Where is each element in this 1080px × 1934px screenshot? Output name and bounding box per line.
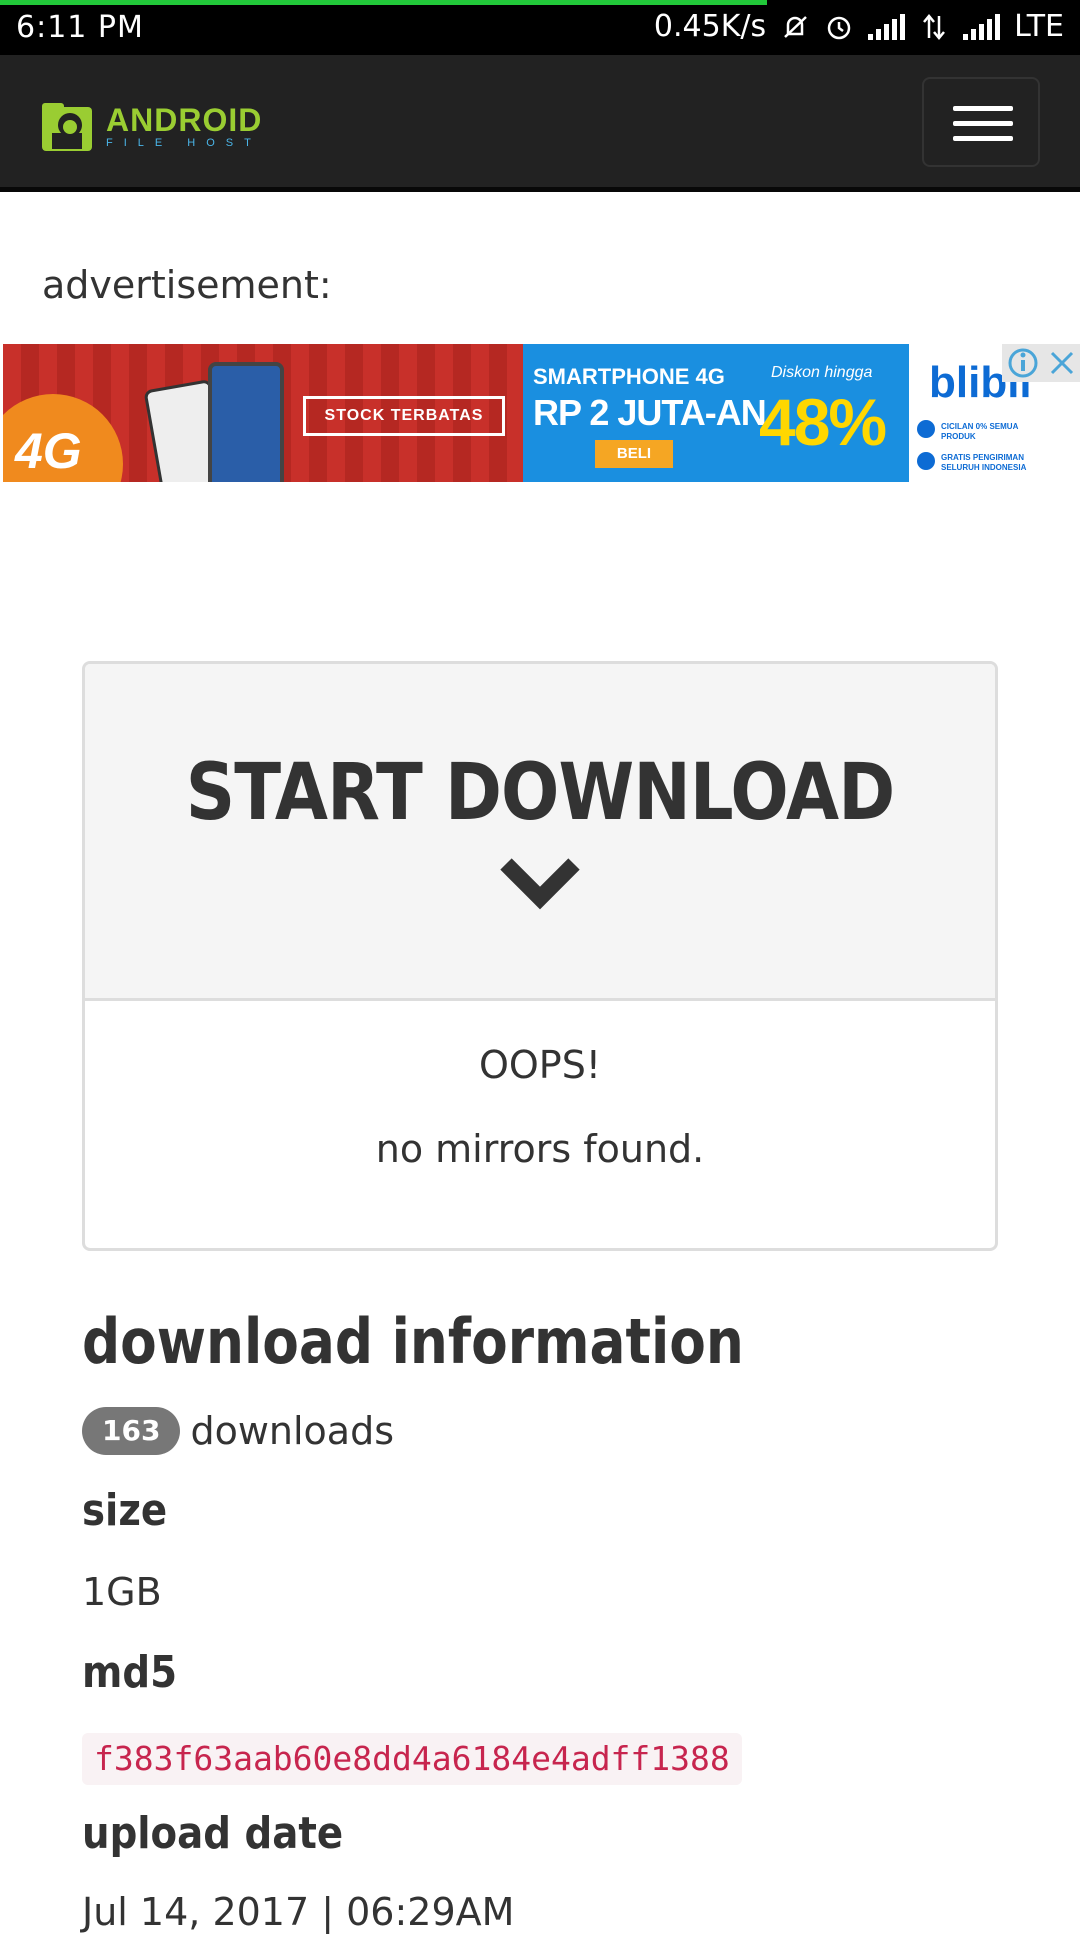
logo-title: ANDROID: [106, 101, 263, 138]
error-message: no mirrors found.: [375, 1127, 705, 1171]
hamburger-menu-icon: [953, 106, 1013, 111]
download-status: OOPS! no mirrors found.: [85, 1001, 995, 1171]
upload-date-value: Jul 14, 2017 | 06:29AM: [82, 1890, 515, 1934]
start-download-button[interactable]: START DOWNLOAD: [85, 664, 995, 1001]
net-speed: 0.45K/s: [653, 9, 767, 44]
data-transfer-icon: [923, 13, 946, 40]
ad-perk: CICILAN 0% SEMUA PRODUK: [941, 422, 1019, 441]
status-icons: 0.45K/s LTE: [654, 9, 1064, 44]
download-info-heading: download information: [82, 1305, 744, 1378]
downloads-row: 163 downloads: [82, 1407, 394, 1455]
error-title: OOPS!: [478, 1043, 602, 1087]
phone-image: [208, 362, 284, 482]
download-panel: START DOWNLOAD OOPS! no mirrors found.: [82, 661, 998, 1251]
close-icon: [1050, 351, 1074, 375]
ad-4g-badge: 4G: [15, 423, 82, 479]
md5-value: f383f63aab60e8dd4a6184e4adff1388: [82, 1733, 742, 1785]
ad-discount-label: Diskon hingga: [771, 364, 873, 381]
size-value: 1GB: [82, 1570, 162, 1614]
status-time: 6:11 PM: [16, 10, 144, 45]
navbar: ANDROID FILE HOST: [0, 55, 1080, 192]
chevron-down-icon: [500, 858, 580, 910]
ad-close-button[interactable]: [1044, 344, 1080, 382]
page-load-progress: [0, 0, 767, 5]
site-logo[interactable]: ANDROID FILE HOST: [40, 97, 262, 155]
hamburger-menu-button[interactable]: [922, 77, 1040, 167]
logo-icon: [42, 103, 92, 151]
ad-left-panel: 4G STOCK TERBATAS: [3, 344, 523, 482]
network-type: LTE: [1014, 9, 1064, 44]
download-count-badge: 163: [82, 1407, 181, 1455]
signal-icon: [868, 13, 906, 40]
signal-icon: [963, 13, 1001, 40]
upload-date-label: upload date: [82, 1808, 344, 1859]
alarm-icon: [827, 16, 851, 39]
md5-label: md5: [82, 1647, 178, 1698]
start-download-label: START DOWNLOAD: [185, 748, 895, 838]
ad-stock-label: STOCK TERBATAS: [303, 396, 505, 436]
size-label: size: [82, 1485, 168, 1536]
ad-banner[interactable]: 4G STOCK TERBATAS SMARTPHONE 4G RP 2 JUT…: [3, 344, 1080, 482]
ad-price: RP 2 JUTA-AN: [533, 392, 767, 433]
ad-info-button[interactable]: [1002, 344, 1044, 382]
downloads-label: downloads: [190, 1409, 394, 1453]
mute-icon: [784, 15, 807, 38]
logo-subtitle: FILE HOST: [106, 136, 262, 149]
info-icon: [1008, 348, 1038, 378]
ad-perk: GRATIS PENGIRIMAN SELURUH INDONESIA: [941, 453, 1027, 472]
ad-headline: SMARTPHONE 4G: [533, 364, 725, 389]
ad-buy-button[interactable]: BELI: [595, 440, 673, 468]
advertisement-label: advertisement:: [42, 263, 332, 307]
status-bar: 6:11 PM 0.45K/s LTE: [0, 0, 1080, 55]
ad-discount: 48%: [759, 385, 887, 459]
